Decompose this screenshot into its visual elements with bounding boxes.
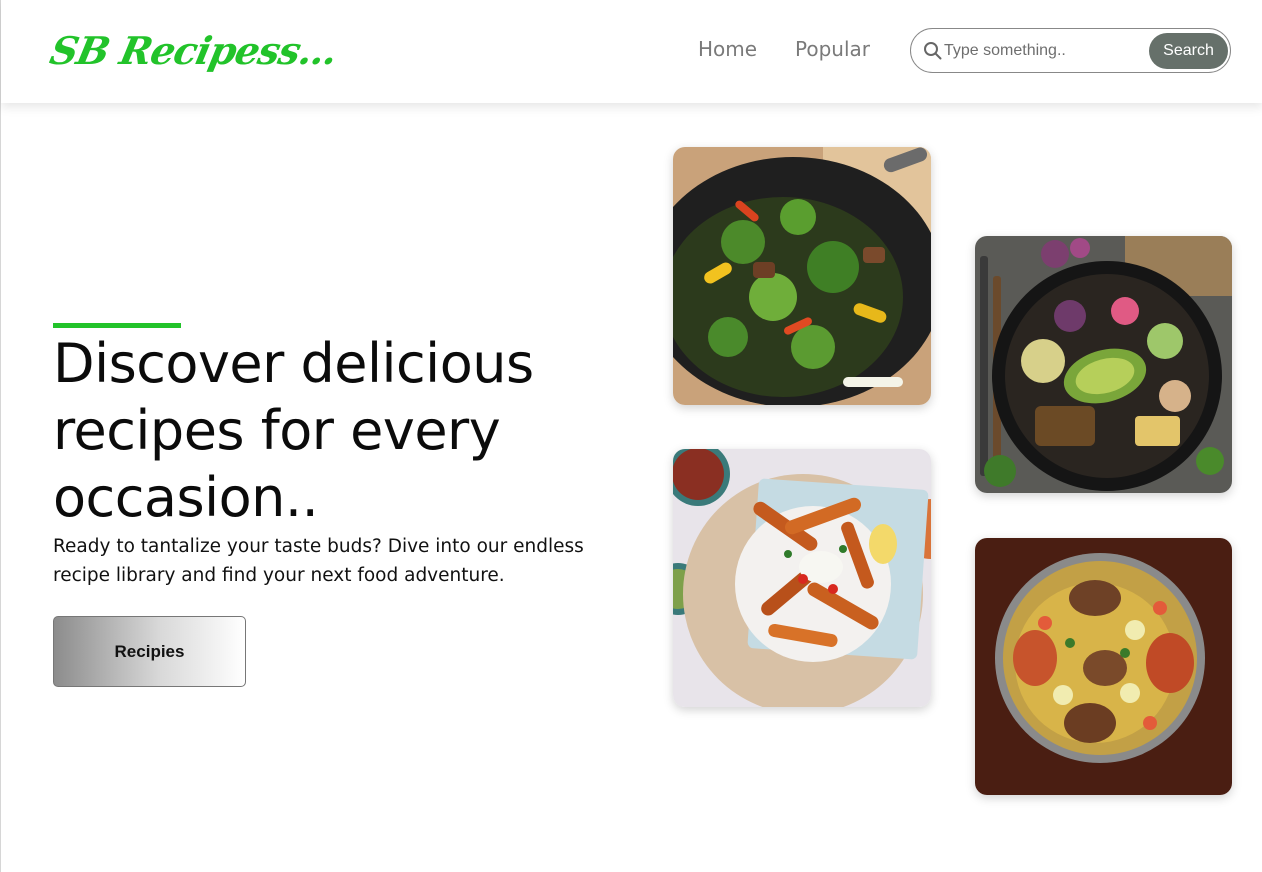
fries-illustration — [673, 449, 931, 707]
stir-fry-illustration — [673, 147, 931, 405]
search-icon — [924, 42, 942, 60]
food-image-fries[interactable] — [673, 449, 931, 707]
nav-link-home[interactable]: Home — [698, 37, 757, 61]
site-header: SB Recipess... Home Popular Search — [1, 0, 1262, 103]
title-accent-line — [53, 323, 181, 328]
search-input[interactable] — [944, 35, 1144, 67]
hero-description: Ready to tantalize your taste buds? Dive… — [53, 536, 584, 586]
food-image-veggie-bowl[interactable] — [975, 236, 1232, 493]
nav-link-popular[interactable]: Popular — [795, 37, 870, 61]
hero-title: Discover delicious recipes for every occ… — [53, 332, 534, 529]
logo[interactable]: SB Recipess... — [46, 28, 341, 73]
veggie-bowl-illustration — [975, 236, 1232, 493]
search-bar: Search — [910, 28, 1231, 73]
rice-platter-illustration — [975, 538, 1232, 795]
search-button[interactable]: Search — [1149, 33, 1228, 69]
food-image-rice-platter[interactable] — [975, 538, 1232, 795]
food-image-stir-fry[interactable] — [673, 147, 931, 405]
recipes-button[interactable]: Recipies — [53, 616, 246, 687]
